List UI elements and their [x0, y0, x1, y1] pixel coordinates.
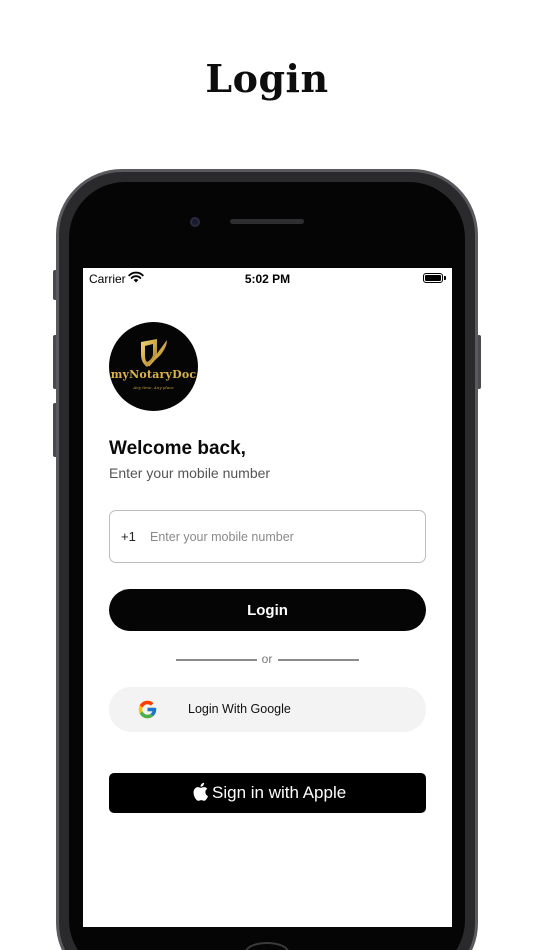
sign-in-with-apple-button[interactable]: Sign in with Apple — [109, 773, 426, 813]
logo-tagline: Any time, Any place — [133, 385, 174, 390]
login-with-google-button[interactable]: Login With Google — [109, 687, 426, 732]
apple-icon — [193, 782, 208, 801]
mobile-number-field[interactable]: +1 — [109, 510, 426, 563]
divider-line-left — [176, 659, 257, 661]
phone-screen: Carrier 5:02 PM myNotaryDoc Any time, An… — [83, 268, 452, 927]
battery-tip — [444, 276, 446, 280]
apple-button-label: Sign in with Apple — [212, 783, 347, 802]
status-time: 5:02 PM — [244, 272, 291, 286]
battery-icon — [423, 273, 443, 283]
divider-line-right — [278, 659, 359, 661]
notary-pen-emblem-icon — [141, 339, 167, 367]
page-heading: Login — [205, 56, 329, 101]
login-button[interactable]: Login — [109, 589, 426, 631]
mobile-number-input[interactable] — [150, 521, 415, 553]
or-divider: or — [83, 652, 452, 668]
divider-or-label: or — [261, 652, 273, 666]
google-button-label: Login With Google — [188, 702, 291, 716]
front-camera-icon — [190, 217, 200, 227]
app-logo: myNotaryDoc Any time, Any place — [109, 322, 198, 411]
google-icon — [138, 700, 157, 719]
status-bar: Carrier 5:02 PM — [83, 268, 452, 288]
logo-wordmark: myNotaryDoc — [110, 368, 197, 381]
welcome-subtitle: Enter your mobile number — [109, 465, 271, 481]
welcome-title: Welcome back, — [109, 438, 246, 459]
country-code-label[interactable]: +1 — [121, 529, 136, 544]
earpiece-speaker — [230, 219, 304, 224]
